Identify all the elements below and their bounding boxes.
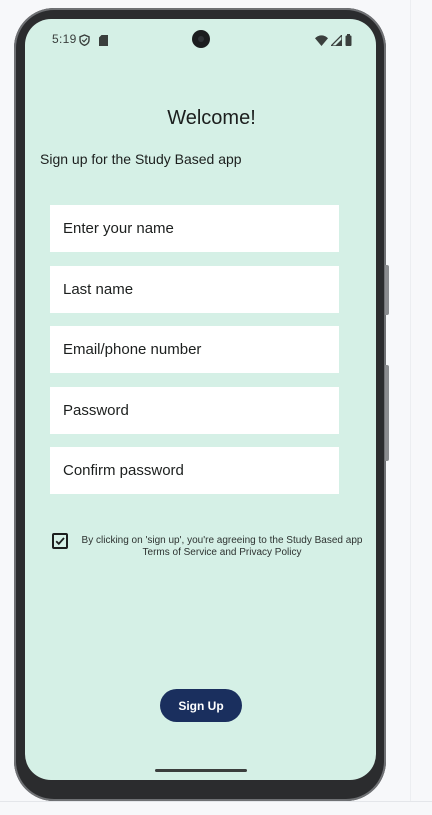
- front-camera: [192, 30, 210, 48]
- wifi-icon: [315, 33, 328, 51]
- power-button: [385, 365, 389, 461]
- first-name-input[interactable]: [50, 205, 339, 252]
- sim-card-icon: [99, 33, 108, 51]
- email-phone-input[interactable]: [50, 326, 339, 373]
- terms-checkbox[interactable]: [52, 533, 68, 549]
- page-bottom-divider: [0, 801, 432, 802]
- status-time: 5:19: [52, 32, 77, 46]
- status-bar: 5:19: [25, 19, 376, 59]
- home-indicator[interactable]: [155, 769, 247, 772]
- status-icons-right: [315, 33, 352, 51]
- volume-button: [385, 265, 389, 315]
- password-input[interactable]: [50, 387, 339, 434]
- page-subtitle: Sign up for the Study Based app: [40, 151, 242, 167]
- last-name-input[interactable]: [50, 266, 339, 313]
- sign-up-button[interactable]: Sign Up: [160, 689, 242, 722]
- page-right-divider: [410, 0, 411, 801]
- page-title: Welcome!: [167, 107, 256, 129]
- app-screen: 5:19 Welcome! Sign up for the Study Base…: [25, 19, 376, 780]
- signal-icon: [329, 33, 343, 51]
- battery-icon: [345, 33, 352, 51]
- checkmark-icon: [55, 537, 65, 546]
- shield-icon: [79, 33, 90, 51]
- confirm-password-input[interactable]: [50, 447, 339, 494]
- terms-text: By clicking on 'sign up', you're agreein…: [81, 535, 363, 558]
